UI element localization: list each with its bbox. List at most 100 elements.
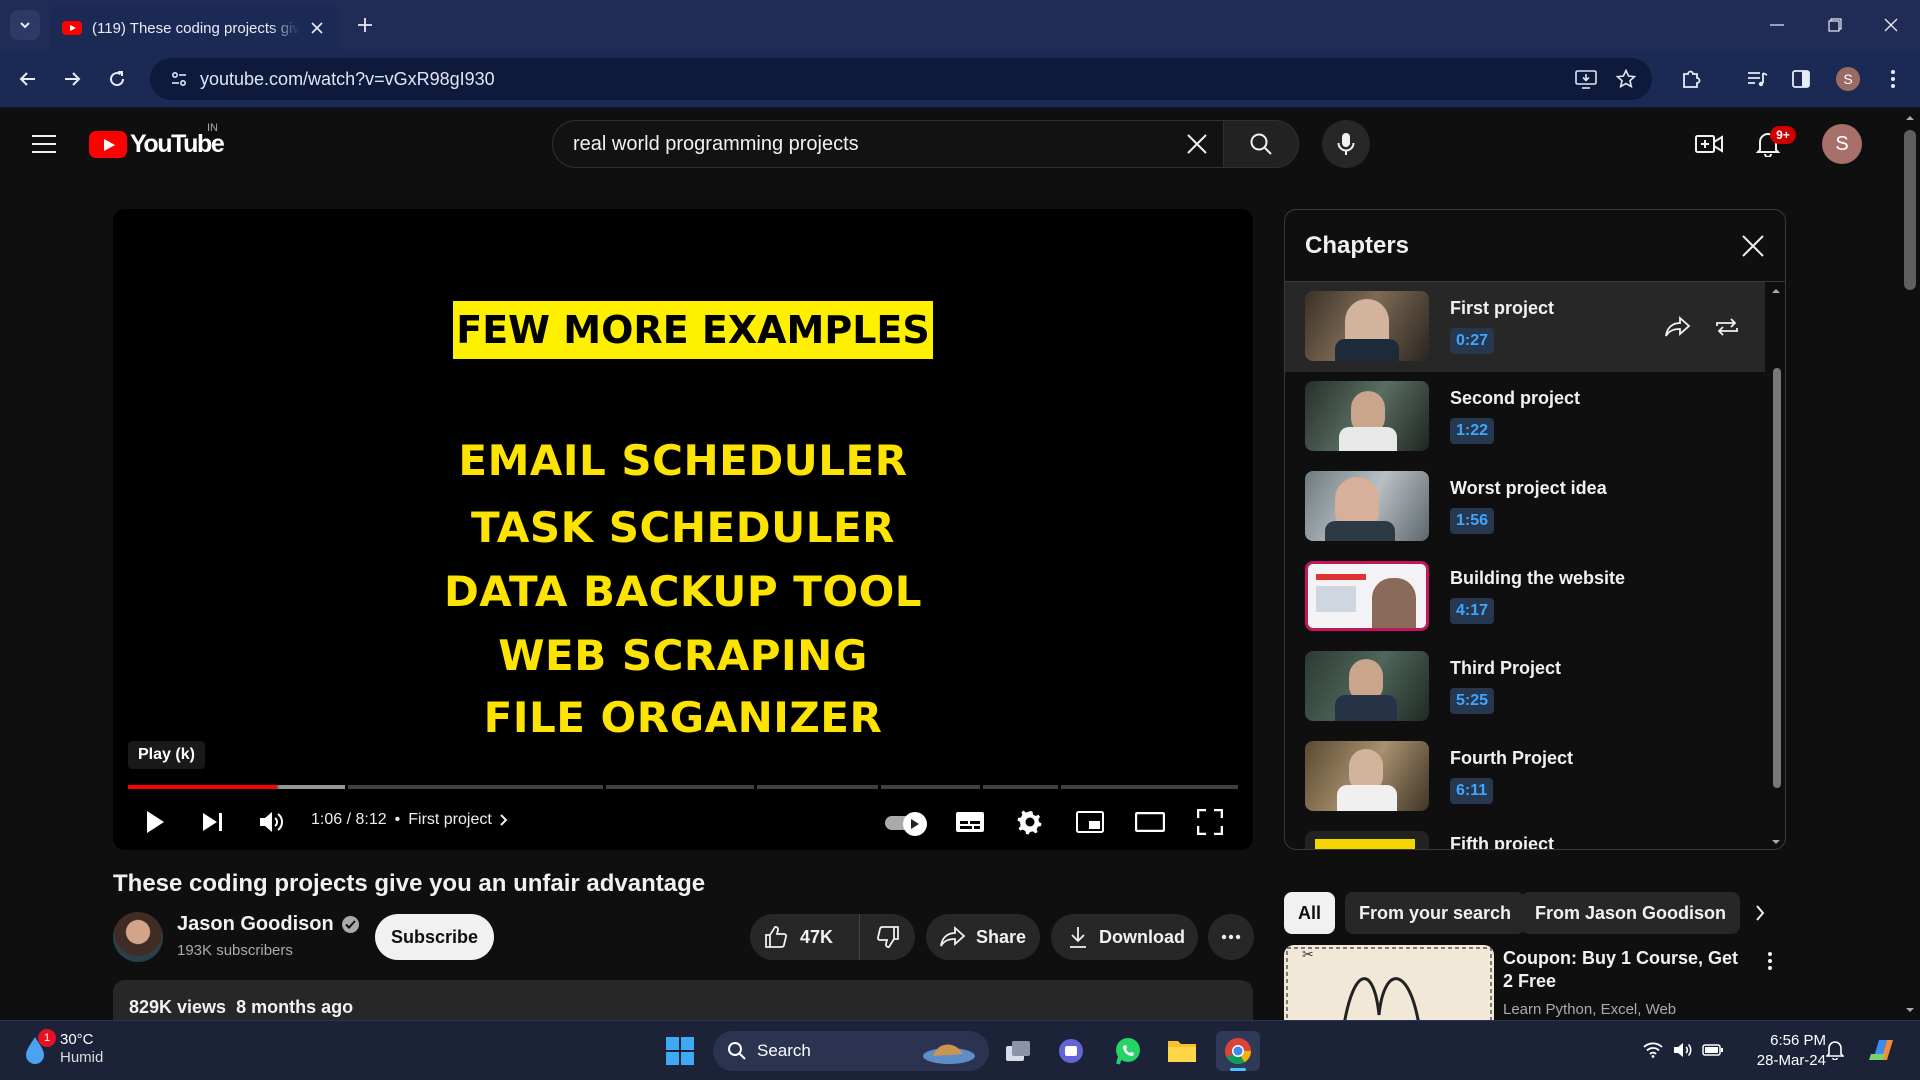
chapter-title-button[interactable]: First project <box>408 811 492 829</box>
mute-button[interactable] <box>252 802 292 842</box>
window-close-button[interactable] <box>1862 0 1920 50</box>
next-button[interactable] <box>193 802 233 842</box>
autoplay-play-icon <box>903 812 927 836</box>
battery-icon[interactable] <box>1700 1037 1726 1063</box>
chapter-item[interactable]: Fifth project <box>1285 822 1765 849</box>
speaker-icon[interactable] <box>1670 1037 1696 1063</box>
recommendation-title[interactable]: Coupon: Buy 1 Course, Get 2 Free <box>1503 947 1753 993</box>
taskbar-search[interactable]: Search <box>713 1031 989 1071</box>
profile-button[interactable]: S <box>1833 64 1863 94</box>
settings-button[interactable] <box>1010 802 1050 842</box>
page-scroll-thumb[interactable] <box>1904 130 1916 290</box>
teams-chat-button[interactable] <box>1049 1031 1093 1071</box>
chip-from-your-search[interactable]: From your search <box>1345 892 1526 934</box>
subtitles-button[interactable] <box>950 802 990 842</box>
weather-widget[interactable]: 1 30°C Humid <box>20 1029 103 1067</box>
whatsapp-button[interactable] <box>1106 1031 1150 1071</box>
install-app-icon[interactable] <box>1572 65 1600 93</box>
recommendation-thumbnail[interactable]: ✂ <box>1284 945 1494 1025</box>
page-scrollbar[interactable] <box>1900 108 1920 1020</box>
loop-chapter-button[interactable] <box>1710 310 1744 344</box>
chapters-scrollbar[interactable] <box>1767 282 1785 849</box>
chapter-item[interactable]: Fourth Project 6:11 <box>1285 732 1765 822</box>
theater-mode-button[interactable] <box>1130 802 1170 842</box>
reload-button[interactable] <box>102 64 132 94</box>
tab-search-button[interactable] <box>10 10 40 40</box>
guide-menu-button[interactable] <box>28 128 60 160</box>
notification-center-icon[interactable] <box>1822 1037 1848 1063</box>
chapters-scroll-thumb[interactable] <box>1773 368 1781 788</box>
media-controls-button[interactable] <box>1742 64 1772 94</box>
chapter-timestamp[interactable]: 6:11 <box>1450 778 1494 804</box>
chapter-item[interactable]: First project 0:27 <box>1285 282 1765 372</box>
chapter-item[interactable]: Third Project 5:25 <box>1285 642 1765 732</box>
chips-next-button[interactable] <box>1740 893 1780 933</box>
progress-bar[interactable] <box>128 785 1238 789</box>
url-text[interactable]: youtube.com/watch?v=vGxR98gI930 <box>200 69 1572 90</box>
search-input[interactable] <box>553 132 1175 156</box>
scroll-down-arrow-icon[interactable] <box>1767 837 1785 847</box>
recommendation-menu-button[interactable] <box>1758 946 1782 976</box>
copilot-icon[interactable] <box>1866 1035 1900 1065</box>
channel-avatar[interactable] <box>113 912 163 962</box>
chapter-timestamp[interactable]: 0:27 <box>1450 328 1495 354</box>
hamburger-icon <box>32 135 56 153</box>
clear-search-icon[interactable] <box>1175 122 1219 166</box>
chip-all[interactable]: All <box>1284 892 1336 934</box>
channel-name-link[interactable]: Jason Goodison <box>177 913 359 936</box>
scissors-coupon-icon: ✂ <box>1286 947 1492 1025</box>
more-actions-button[interactable] <box>1208 914 1254 960</box>
share-chapter-button[interactable] <box>1661 310 1695 344</box>
site-info-icon[interactable] <box>166 66 192 92</box>
address-bar[interactable]: youtube.com/watch?v=vGxR98gI930 <box>150 58 1652 100</box>
bookmark-star-icon[interactable] <box>1612 65 1640 93</box>
chapter-item[interactable]: Second project 1:22 <box>1285 372 1765 462</box>
extensions-button[interactable] <box>1676 64 1706 94</box>
close-chapters-button[interactable] <box>1737 230 1769 262</box>
create-button[interactable] <box>1689 124 1729 164</box>
chrome-taskbar-button[interactable] <box>1216 1031 1260 1071</box>
autoplay-toggle[interactable] <box>885 812 929 836</box>
chapter-timestamp[interactable]: 1:56 <box>1450 508 1495 534</box>
search-button[interactable] <box>1223 120 1299 168</box>
video-player[interactable]: FEW MORE EXAMPLES EMAIL SCHEDULER TASK S… <box>113 209 1253 850</box>
account-avatar[interactable]: S <box>1822 124 1862 164</box>
wifi-icon[interactable] <box>1640 1037 1666 1063</box>
browser-tab-active[interactable]: (119) These coding projects give you an … <box>50 6 340 50</box>
forward-button[interactable] <box>57 64 87 94</box>
system-clock[interactable]: 6:56 PM 28-Mar-24 <box>1740 1031 1826 1071</box>
temperature: 30°C <box>60 1031 94 1048</box>
tab-close-icon[interactable] <box>306 17 328 39</box>
chapter-timestamp[interactable]: 1:22 <box>1450 418 1495 444</box>
download-button[interactable]: Download <box>1051 914 1198 960</box>
subscribe-button[interactable]: Subscribe <box>375 914 494 960</box>
chapter-item[interactable]: Building the website 4:17 <box>1285 552 1765 642</box>
chapter-item[interactable]: Worst project idea 1:56 <box>1285 462 1765 552</box>
new-tab-button[interactable] <box>352 12 378 38</box>
scroll-down-arrow-icon[interactable] <box>1900 1004 1920 1016</box>
voice-search-button[interactable] <box>1322 120 1370 168</box>
scroll-up-arrow-icon[interactable] <box>1767 286 1785 296</box>
scroll-up-arrow-icon[interactable] <box>1900 112 1920 124</box>
chapter-timestamp[interactable]: 4:17 <box>1450 598 1495 624</box>
chapter-thumbnail <box>1305 561 1429 631</box>
like-button[interactable]: 47K <box>750 914 860 960</box>
play-button[interactable] <box>135 802 175 842</box>
miniplayer-button[interactable] <box>1070 802 1110 842</box>
restore-button[interactable] <box>1806 0 1864 50</box>
dislike-button[interactable] <box>860 925 915 949</box>
youtube-logo[interactable]: YouTube IN <box>89 122 225 159</box>
start-button[interactable] <box>658 1031 702 1071</box>
file-explorer-button[interactable] <box>1160 1031 1204 1071</box>
back-button[interactable] <box>13 64 43 94</box>
share-button[interactable]: Share <box>926 914 1040 960</box>
minimize-button[interactable] <box>1748 0 1806 50</box>
side-panel-button[interactable] <box>1786 64 1816 94</box>
search-box[interactable] <box>552 120 1224 168</box>
browser-menu-button[interactable] <box>1878 64 1908 94</box>
notifications-button[interactable]: 9+ <box>1748 124 1796 164</box>
fullscreen-button[interactable] <box>1190 802 1230 842</box>
task-view-button[interactable] <box>996 1031 1040 1071</box>
chapter-timestamp[interactable]: 5:25 <box>1450 688 1495 714</box>
chip-from-channel[interactable]: From Jason Goodison <box>1521 892 1741 934</box>
